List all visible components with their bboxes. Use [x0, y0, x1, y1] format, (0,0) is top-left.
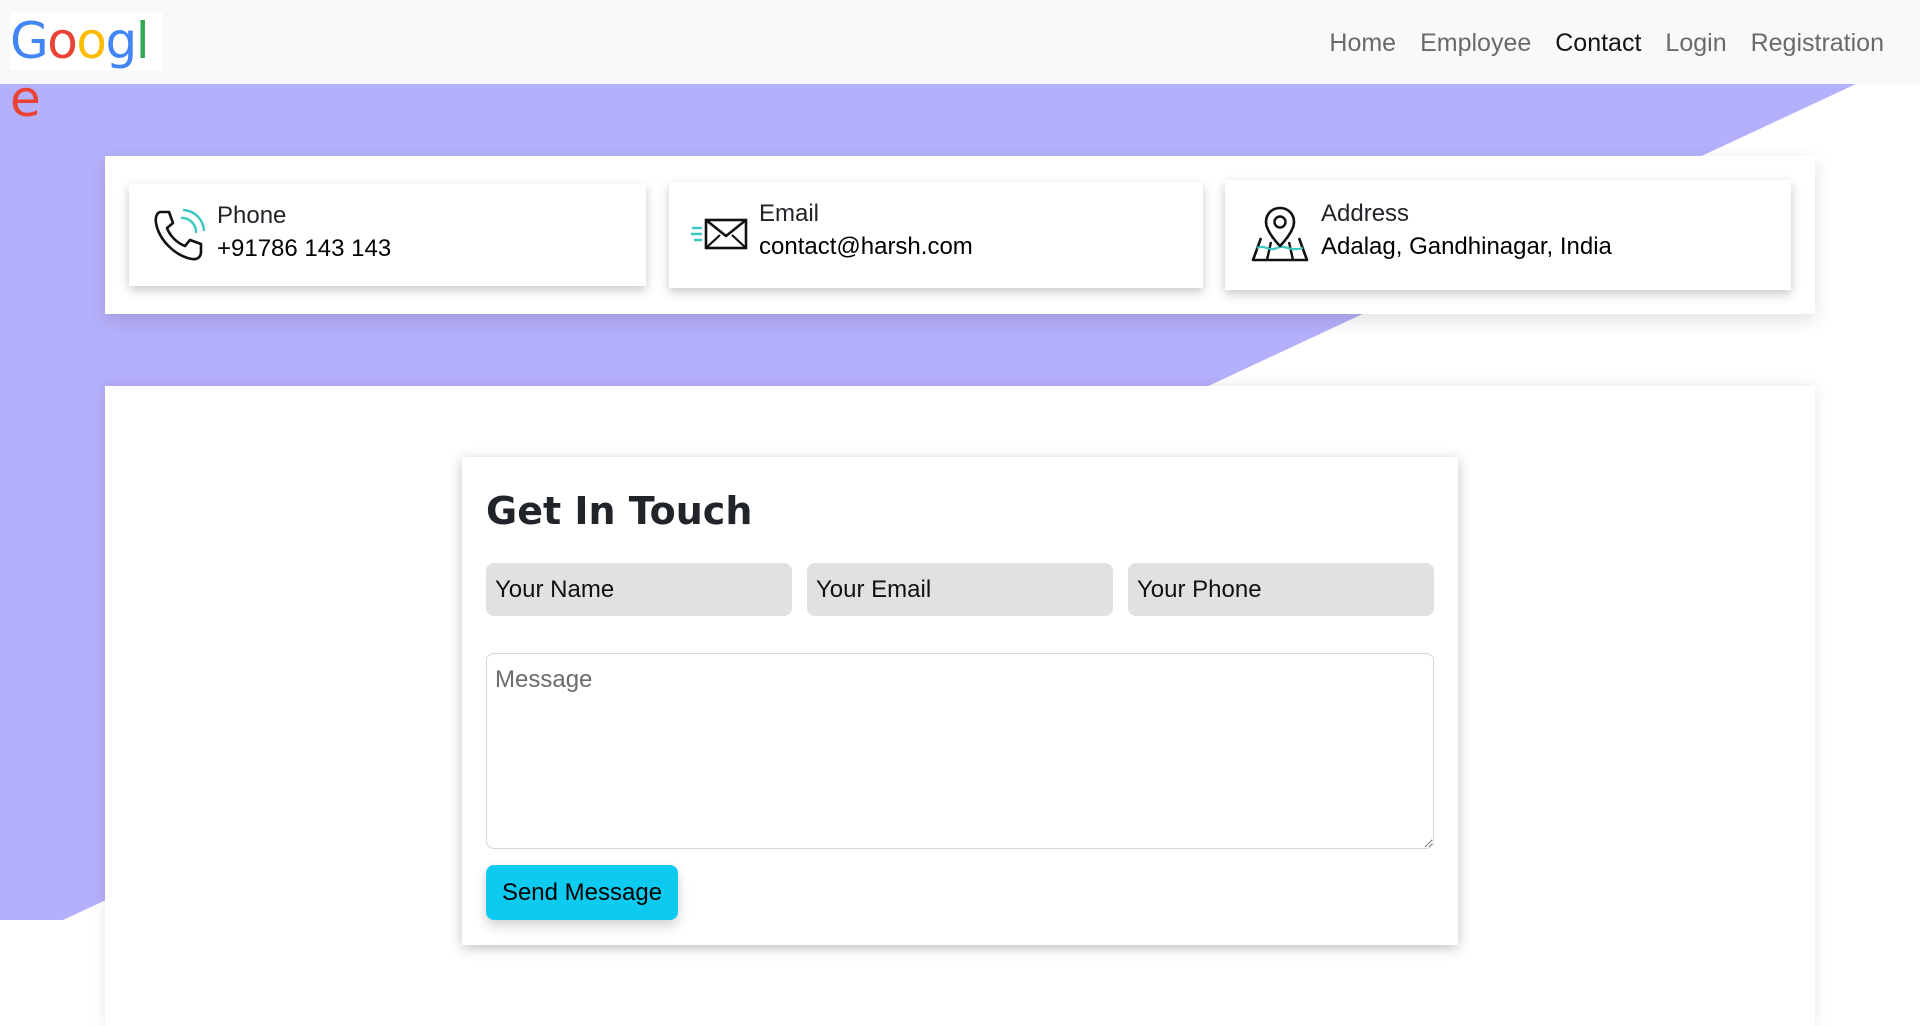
phone-input[interactable] — [1128, 563, 1434, 616]
send-message-button[interactable]: Send Message — [486, 865, 678, 920]
address-value: Adalag, Gandhinagar, India — [1321, 233, 1612, 260]
name-input[interactable] — [486, 563, 792, 616]
logo-letter: e — [10, 70, 41, 128]
nav-links: Home Employee Contact Login Registration — [1317, 26, 1896, 60]
form-title: Get In Touch — [486, 489, 753, 533]
contact-info-strip: Phone +91786 143 143 Email contact@harsh… — [105, 156, 1815, 314]
address-card: Address Adalag, Gandhinagar, India — [1225, 180, 1791, 290]
nav-employee[interactable]: Employee — [1408, 26, 1543, 60]
email-title: Email — [759, 200, 820, 227]
phone-card: Phone +91786 143 143 — [129, 184, 646, 286]
email-input[interactable] — [807, 563, 1113, 616]
navbar: Googl e Home Employee Contact Login Regis… — [0, 0, 1920, 128]
map-pin-icon — [1249, 204, 1311, 269]
contact-form: Get In Touch Send Message — [462, 457, 1458, 945]
address-title: Address — [1321, 200, 1410, 227]
brand-logo[interactable]: Googl e — [10, 12, 162, 128]
logo-letter: o — [47, 12, 78, 70]
email-value[interactable]: contact@harsh.com — [759, 230, 973, 264]
envelope-icon — [689, 214, 749, 259]
nav-home[interactable]: Home — [1317, 26, 1408, 60]
phone-title: Phone — [217, 202, 287, 229]
phone-value: +91786 143 143 — [217, 235, 392, 262]
logo-letter: G — [10, 12, 49, 70]
logo-letter: o — [76, 12, 107, 70]
logo-letter: g — [105, 12, 137, 70]
nav-contact[interactable]: Contact — [1543, 26, 1653, 60]
nav-login[interactable]: Login — [1653, 26, 1738, 60]
logo-letter: l — [135, 12, 150, 70]
message-textarea[interactable] — [486, 653, 1434, 849]
phone-icon — [149, 206, 209, 271]
nav-registration[interactable]: Registration — [1739, 26, 1896, 60]
email-card: Email contact@harsh.com — [669, 182, 1203, 288]
